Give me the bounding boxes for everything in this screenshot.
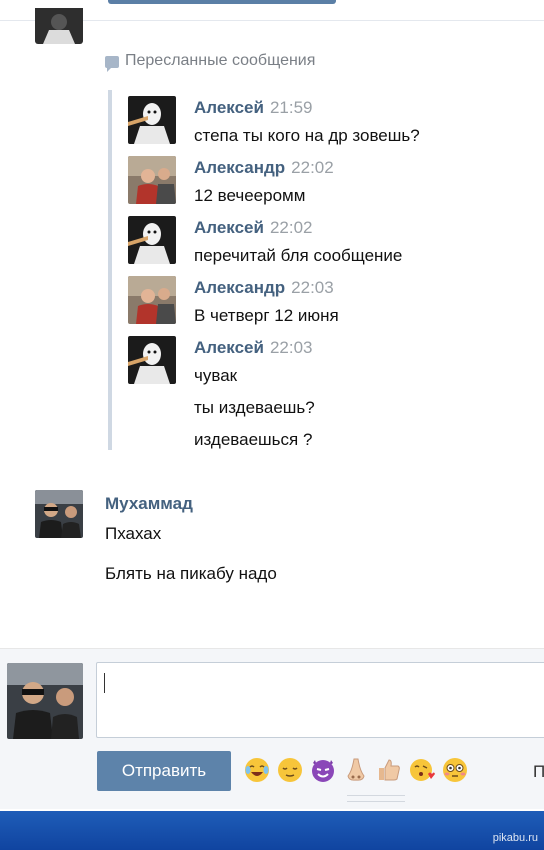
resize-handle[interactable] bbox=[347, 795, 405, 802]
author-name[interactable]: Александр bbox=[194, 278, 285, 297]
author-name[interactable]: Алексей bbox=[194, 218, 264, 237]
watermark: pikabu.ru bbox=[492, 832, 538, 844]
message-text: ты издеваешь? bbox=[194, 398, 315, 417]
message-text: Пхахах bbox=[105, 524, 162, 543]
forwarded-header-label: Пересланные сообщения bbox=[125, 52, 316, 69]
avatar-alexander[interactable] bbox=[128, 276, 176, 324]
thumbs-up-icon[interactable] bbox=[375, 756, 403, 784]
top-button-edge[interactable] bbox=[108, 0, 336, 4]
message-time[interactable]: 22:02 bbox=[270, 218, 313, 237]
message-text: чувак bbox=[194, 366, 238, 385]
author-name[interactable]: Алексей bbox=[194, 98, 264, 117]
send-button[interactable]: Отправить bbox=[97, 751, 231, 791]
avatar-alexey[interactable] bbox=[128, 336, 176, 384]
author-name[interactable]: Александр bbox=[194, 158, 285, 177]
message-time[interactable]: 21:59 bbox=[270, 98, 313, 117]
emoji-bar bbox=[243, 756, 469, 784]
avatar-alexander[interactable] bbox=[128, 156, 176, 204]
message-text: 12 вечееромм bbox=[194, 186, 306, 205]
cut-off-label[interactable]: П bbox=[533, 762, 544, 782]
avatar[interactable] bbox=[35, 8, 83, 44]
text-cursor bbox=[104, 673, 105, 693]
author-name[interactable]: Алексей bbox=[194, 338, 264, 357]
message-text: Блять на пикабу надо bbox=[105, 564, 277, 583]
forward-bubble-icon bbox=[105, 55, 119, 72]
avatar-mukhammad[interactable] bbox=[35, 490, 83, 538]
message-text: В четверг 12 июня bbox=[194, 306, 339, 325]
message-text: степа ты кого на др зовешь? bbox=[194, 126, 420, 145]
forwarded-quote-bar bbox=[108, 90, 112, 450]
message-time[interactable]: 22:03 bbox=[270, 338, 313, 357]
my-avatar[interactable] bbox=[7, 663, 83, 739]
avatar-alexey[interactable] bbox=[128, 96, 176, 144]
message-time[interactable]: 22:03 bbox=[291, 278, 334, 297]
kissing-heart-icon[interactable] bbox=[408, 756, 436, 784]
message-time[interactable]: 22:02 bbox=[291, 158, 334, 177]
message-text: издеваешься ? bbox=[194, 430, 313, 449]
message-input[interactable] bbox=[96, 662, 544, 738]
nose-icon[interactable] bbox=[342, 756, 370, 784]
relieved-face-icon[interactable] bbox=[276, 756, 304, 784]
flushed-face-icon[interactable] bbox=[441, 756, 469, 784]
message-text: перечитай бля сообщение bbox=[194, 246, 403, 265]
tears-of-joy-icon[interactable] bbox=[243, 756, 271, 784]
smiling-imp-icon[interactable] bbox=[309, 756, 337, 784]
taskbar bbox=[0, 811, 544, 850]
author-name[interactable]: Мухаммад bbox=[105, 494, 193, 513]
forwarded-header[interactable]: Пересланные сообщения bbox=[105, 52, 316, 72]
avatar-alexey[interactable] bbox=[128, 216, 176, 264]
